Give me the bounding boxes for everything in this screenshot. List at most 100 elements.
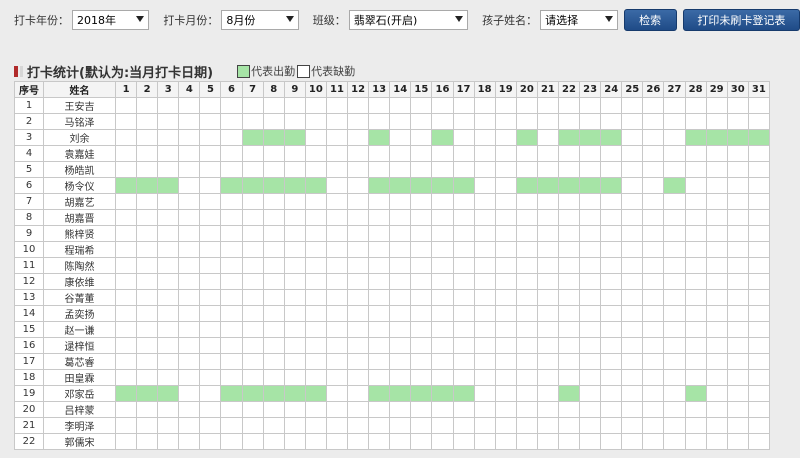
header-day: 5 bbox=[199, 81, 222, 98]
day-cell-absent bbox=[642, 401, 665, 418]
day-cell-absent bbox=[705, 241, 728, 258]
day-cell-absent bbox=[621, 369, 644, 386]
day-cell-absent bbox=[747, 305, 770, 322]
day-cell-absent bbox=[431, 273, 454, 290]
day-cell-absent bbox=[304, 161, 327, 178]
day-cell-absent bbox=[283, 161, 306, 178]
table-row: 3 刘余 bbox=[14, 129, 770, 146]
day-cell-absent bbox=[621, 177, 644, 194]
year-select[interactable]: 2018年 bbox=[72, 10, 150, 30]
day-cell-absent bbox=[557, 433, 581, 450]
day-cell-present bbox=[684, 385, 707, 402]
day-cell-absent bbox=[347, 241, 370, 258]
day-cell-absent bbox=[747, 321, 770, 338]
day-cell-absent bbox=[515, 417, 538, 434]
day-cell-absent bbox=[705, 385, 728, 402]
header-day: 9 bbox=[283, 81, 306, 98]
day-cell-present bbox=[515, 177, 538, 194]
day-cell-present bbox=[389, 177, 412, 194]
day-cell-absent bbox=[241, 369, 264, 386]
day-cell-absent bbox=[747, 113, 770, 130]
day-cell-absent bbox=[241, 97, 264, 114]
day-cell-absent bbox=[114, 161, 138, 178]
day-cell-absent bbox=[199, 369, 222, 386]
day-cell-absent bbox=[452, 97, 475, 114]
day-cell-absent bbox=[157, 113, 180, 130]
day-cell-absent bbox=[473, 353, 496, 370]
day-cell-absent bbox=[347, 113, 370, 130]
day-cell-absent bbox=[494, 241, 517, 258]
day-cell-absent bbox=[199, 289, 222, 306]
print-unswiped-button[interactable]: 打印未刷卡登记表 bbox=[682, 9, 800, 31]
day-cell-absent bbox=[621, 433, 644, 450]
child-select[interactable]: 请选择 bbox=[540, 10, 618, 30]
day-cell-absent bbox=[705, 161, 728, 178]
day-cell-absent bbox=[220, 289, 243, 306]
day-cell-absent bbox=[536, 369, 559, 386]
day-cell-absent bbox=[136, 241, 159, 258]
day-cell-absent bbox=[747, 209, 770, 226]
day-cell-absent bbox=[431, 113, 454, 130]
day-cell-absent bbox=[114, 321, 138, 338]
day-cell-absent bbox=[579, 273, 602, 290]
day-cell-absent bbox=[241, 257, 264, 274]
month-select[interactable]: 8月份 bbox=[221, 10, 299, 30]
day-cell-absent bbox=[515, 273, 538, 290]
day-cell-present bbox=[304, 385, 327, 402]
day-cell-absent bbox=[304, 113, 327, 130]
day-cell-absent bbox=[705, 257, 728, 274]
day-cell-absent bbox=[473, 321, 496, 338]
day-cell-absent bbox=[283, 353, 306, 370]
day-cell-absent bbox=[494, 337, 517, 354]
day-cell-absent bbox=[621, 257, 644, 274]
day-cell-absent bbox=[178, 321, 201, 338]
header-day: 13 bbox=[368, 81, 391, 98]
day-cell-absent bbox=[726, 193, 749, 210]
day-cell-absent bbox=[747, 417, 770, 434]
day-cell-absent bbox=[579, 241, 602, 258]
day-cell-absent bbox=[220, 113, 243, 130]
day-cell-absent bbox=[705, 369, 728, 386]
row-name: 李明泽 bbox=[43, 417, 116, 434]
day-cell-present bbox=[241, 385, 264, 402]
day-cell-absent bbox=[473, 193, 496, 210]
day-cell-absent bbox=[452, 161, 475, 178]
day-cell-absent bbox=[726, 321, 749, 338]
day-cell-absent bbox=[642, 273, 665, 290]
day-cell-absent bbox=[347, 257, 370, 274]
day-cell-absent bbox=[621, 273, 644, 290]
day-cell-present bbox=[410, 177, 433, 194]
day-cell-absent bbox=[557, 337, 581, 354]
day-cell-absent bbox=[114, 273, 138, 290]
day-cell-absent bbox=[726, 385, 749, 402]
day-cell-absent bbox=[157, 161, 180, 178]
row-name: 马铭泽 bbox=[43, 113, 116, 130]
day-cell-absent bbox=[431, 401, 454, 418]
day-cell-absent bbox=[642, 385, 665, 402]
day-cell-absent bbox=[368, 113, 391, 130]
day-cell-absent bbox=[220, 337, 243, 354]
day-cell-absent bbox=[579, 353, 602, 370]
day-cell-absent bbox=[452, 209, 475, 226]
day-cell-present bbox=[136, 177, 159, 194]
row-name: 杨皓凯 bbox=[43, 161, 116, 178]
day-cell-absent bbox=[347, 433, 370, 450]
day-cell-absent bbox=[600, 161, 623, 178]
day-cell-absent bbox=[347, 369, 370, 386]
day-cell-absent bbox=[663, 401, 686, 418]
day-cell-absent bbox=[642, 161, 665, 178]
day-cell-absent bbox=[157, 129, 180, 146]
day-cell-absent bbox=[473, 337, 496, 354]
day-cell-absent bbox=[557, 353, 581, 370]
search-button[interactable]: 检索 bbox=[623, 9, 677, 31]
day-cell-absent bbox=[241, 321, 264, 338]
filter-bar: 打卡年份： 2018年 打卡月份： 8月份 班级： 翡翠石(开启) 孩子姓名： … bbox=[0, 0, 800, 40]
day-cell-absent bbox=[389, 161, 412, 178]
day-cell-absent bbox=[136, 401, 159, 418]
day-cell-absent bbox=[726, 257, 749, 274]
row-name: 康依维 bbox=[43, 273, 116, 290]
day-cell-absent bbox=[579, 161, 602, 178]
class-select[interactable]: 翡翠石(开启) bbox=[348, 10, 469, 30]
day-cell-absent bbox=[410, 257, 433, 274]
day-cell-absent bbox=[747, 433, 770, 450]
